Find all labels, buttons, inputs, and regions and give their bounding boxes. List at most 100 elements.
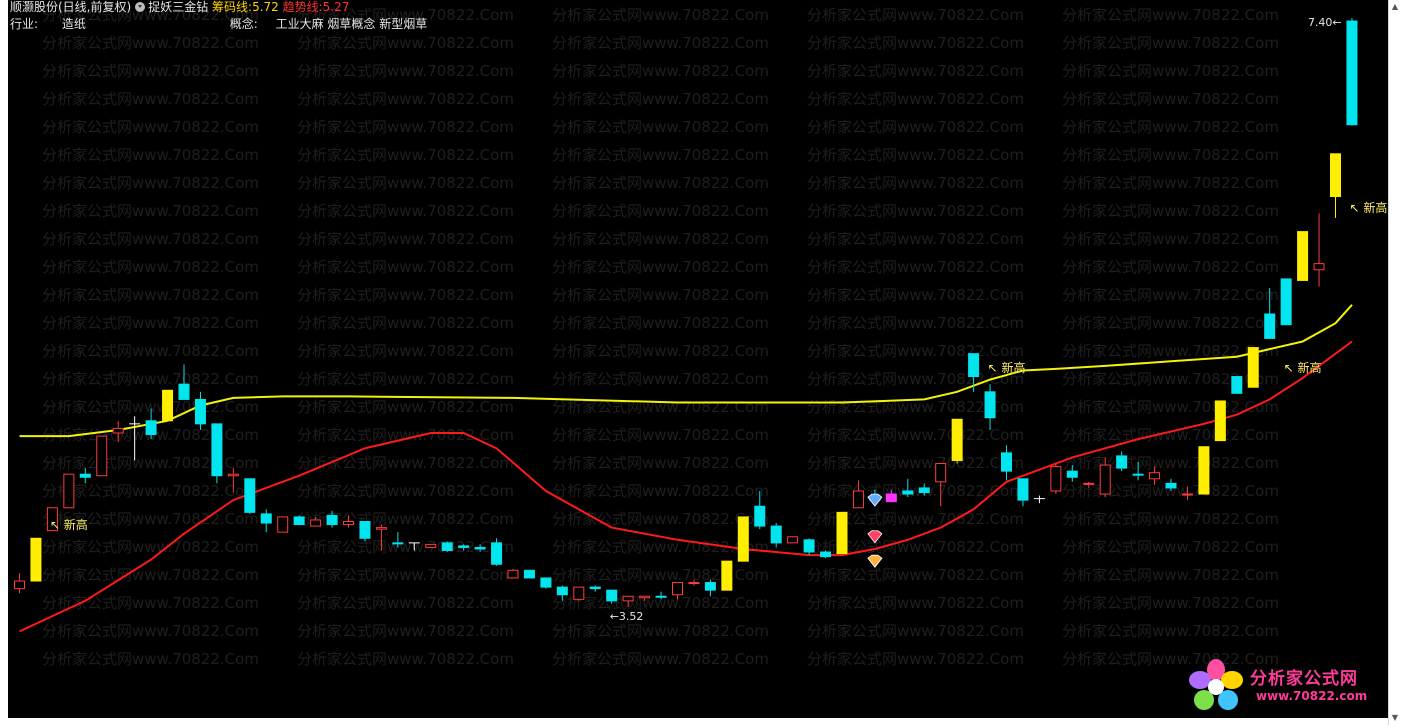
candle xyxy=(162,389,174,422)
candle-body xyxy=(244,478,256,513)
chip-line-value: 5.72 xyxy=(252,0,279,14)
candlestick-chart[interactable]: 分析家公式网www.70822.Com 分析家公式网www.70822.Com 分析… xyxy=(8,0,1388,718)
candle-body xyxy=(1066,470,1078,478)
trend-line-label: 趋势线: xyxy=(282,0,323,14)
candle-body xyxy=(1264,313,1276,339)
candle-body xyxy=(474,546,486,550)
candle xyxy=(260,509,272,533)
watermark-text: 分析家公式网www.70822.Com xyxy=(1062,90,1279,108)
candle-body xyxy=(556,586,568,596)
watermark-text: 分析家公式网www.70822.Com xyxy=(807,482,1024,500)
watermark-text: 分析家公式网www.70822.Com xyxy=(807,34,1024,52)
watermark-text: 分析家公式网www.70822.Com xyxy=(807,454,1024,472)
watermark-text: 分析家公式网www.70822.Com xyxy=(552,62,769,80)
indicator-name[interactable]: 捉妖三金钻 xyxy=(148,0,208,14)
candle xyxy=(277,516,289,533)
watermark-text: 分析家公式网www.70822.Com xyxy=(1062,622,1279,640)
watermark-text: 分析家公式网www.70822.Com xyxy=(297,286,514,304)
candle xyxy=(820,550,832,559)
watermark-text: 分析家公式网www.70822.Com xyxy=(807,202,1024,220)
watermark-text: 分析家公式网www.70822.Com xyxy=(1062,202,1279,220)
watermark-text: 分析家公式网www.70822.Com xyxy=(42,90,259,108)
candle-body xyxy=(1132,473,1144,476)
watermark-text: 分析家公式网www.70822.Com xyxy=(552,174,769,192)
watermark-text: 分析家公式网www.70822.Com xyxy=(1062,174,1279,192)
watermark-text: 分析家公式网www.70822.Com xyxy=(552,90,769,108)
watermark-text: 分析家公式网www.70822.Com xyxy=(807,594,1024,612)
candle-body xyxy=(392,542,404,545)
watermark-text: 分析家公式网www.70822.Com xyxy=(1062,342,1279,360)
watermark-text: 分析家公式网www.70822.Com xyxy=(297,482,514,500)
candle xyxy=(1001,445,1012,481)
watermark-text: 分析家公式网www.70822.Com xyxy=(1062,286,1279,304)
watermark-text: 分析家公式网www.70822.Com xyxy=(1062,118,1279,136)
scroll-up-icon[interactable]: ▲ xyxy=(1391,2,1399,12)
candle-body xyxy=(260,513,272,524)
watermark-text: 分析家公式网www.70822.Com xyxy=(552,426,769,444)
candle-body xyxy=(293,516,305,526)
candle xyxy=(1297,231,1309,281)
watermark-text: 分析家公式网www.70822.Com xyxy=(807,566,1024,584)
watermark-text: 分析家公式网www.70822.Com xyxy=(42,622,259,640)
candle-body xyxy=(441,542,453,551)
vertical-scrollbar[interactable]: ▲ ▼ xyxy=(1388,0,1401,725)
chart-window: 分析家公式网www.70822.Com 分析家公式网www.70822.Com 分析… xyxy=(0,0,1401,725)
watermark-text: 分析家公式网www.70822.Com xyxy=(297,342,514,360)
candle xyxy=(1033,495,1045,504)
candle-body xyxy=(918,487,930,494)
watermark-text: 分析家公式网www.70822.Com xyxy=(552,34,769,52)
candle-body xyxy=(1050,466,1062,492)
watermark-text: 分析家公式网www.70822.Com xyxy=(1062,426,1279,444)
candle-body xyxy=(655,595,667,598)
watermark-text: 分析家公式网www.70822.Com xyxy=(42,342,259,360)
candle xyxy=(491,538,503,566)
watermark-text: 分析家公式网www.70822.Com xyxy=(807,286,1024,304)
candle-body xyxy=(343,521,354,526)
watermark-text: 分析家公式网www.70822.Com xyxy=(552,258,769,276)
chip-line-label: 筹码线: xyxy=(212,0,253,14)
watermark-text: 分析家公式网www.70822.Com xyxy=(297,118,514,136)
candle-body xyxy=(162,389,174,422)
watermark-text: 分析家公式网www.70822.Com xyxy=(297,398,514,416)
candle-body xyxy=(803,539,815,553)
watermark-text: 分析家公式网www.70822.Com xyxy=(1062,538,1279,556)
watermark-text: 分析家公式网www.70822.Com xyxy=(297,146,514,164)
candle-body xyxy=(211,423,223,477)
watermark-text: 分析家公式网www.70822.Com xyxy=(552,6,769,24)
candle xyxy=(441,541,453,553)
watermark-text: 分析家公式网www.70822.Com xyxy=(1062,62,1279,80)
candle-body xyxy=(1231,376,1243,394)
industry-row: 行业: 造纸 概念: 工业大麻 烟草概念 新型烟草 xyxy=(10,17,427,31)
candle xyxy=(96,435,108,477)
watermark-text: 分析家公式网www.70822.Com xyxy=(552,314,769,332)
dropdown-circle-icon[interactable] xyxy=(135,2,146,12)
stock-title: 顺灏股份(日线,前复权) xyxy=(10,0,132,14)
candle-body xyxy=(606,589,618,602)
candle-body xyxy=(820,551,832,558)
scroll-down-icon[interactable]: ▼ xyxy=(1391,713,1399,723)
candle xyxy=(211,423,223,484)
watermark-text: 分析家公式网www.70822.Com xyxy=(297,202,514,220)
watermark-text: 分析家公式网www.70822.Com xyxy=(42,146,259,164)
watermark-text: 分析家公式网www.70822.Com xyxy=(1062,314,1279,332)
candle-body xyxy=(1198,446,1210,495)
watermark-text: 分析家公式网www.70822.Com xyxy=(807,118,1024,136)
watermark-text: 分析家公式网www.70822.Com xyxy=(807,314,1024,332)
candle-body xyxy=(1297,231,1309,281)
candle-body xyxy=(770,525,782,544)
watermark-text: 分析家公式网www.70822.Com xyxy=(807,426,1024,444)
candle-body xyxy=(359,521,371,539)
watermark-text: 分析家公式网www.70822.Com xyxy=(1062,370,1279,388)
candle-body xyxy=(507,569,519,579)
watermark-text: 分析家公式网www.70822.Com xyxy=(42,538,259,556)
candle-body xyxy=(178,383,190,400)
candle-body xyxy=(968,353,980,378)
candle xyxy=(523,569,535,579)
candle-body xyxy=(573,586,585,600)
candle-body xyxy=(902,490,914,495)
watermark-layer: 分析家公式网www.70822.Com 分析家公式网www.70822.Com 分析… xyxy=(42,6,1279,668)
watermark-text: 分析家公式网www.70822.Com xyxy=(552,202,769,220)
candle-body xyxy=(688,582,700,585)
watermark-text: 分析家公式网www.70822.Com xyxy=(297,314,514,332)
watermark-text: 分析家公式网www.70822.Com xyxy=(807,230,1024,248)
